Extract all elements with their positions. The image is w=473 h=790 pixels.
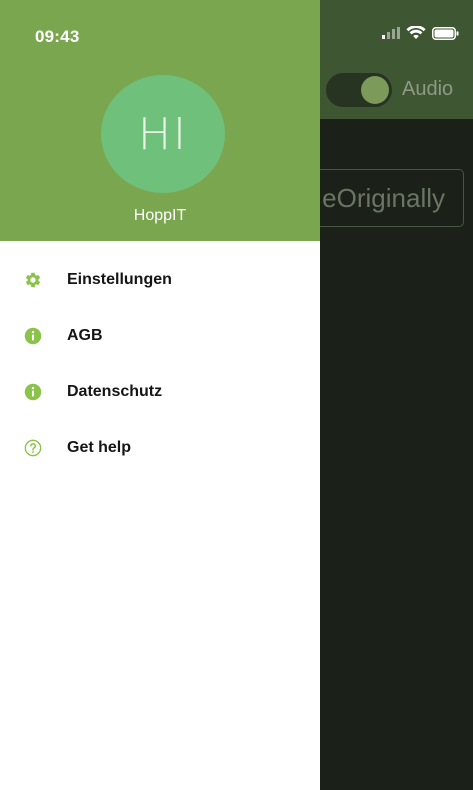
gear-icon bbox=[26, 272, 41, 288]
audio-toggle[interactable] bbox=[326, 73, 392, 107]
battery-icon bbox=[432, 26, 459, 40]
status-icons bbox=[382, 26, 459, 40]
status-time: 09:43 bbox=[35, 27, 80, 46]
info-icon bbox=[24, 383, 42, 401]
info-icon bbox=[24, 327, 42, 345]
audio-toggle-knob bbox=[361, 76, 389, 104]
drawer-header: 09:43 HI HoppIT bbox=[0, 0, 320, 241]
menu-item-einstellungen[interactable]: Einstellungen bbox=[0, 252, 320, 308]
menu-item-datenschutz[interactable]: Datenschutz bbox=[0, 364, 320, 420]
avatar-initials: HI bbox=[137, 108, 189, 160]
menu-item-label: Einstellungen bbox=[67, 271, 172, 288]
avatar[interactable]: HI bbox=[101, 75, 225, 193]
audio-label: Audio bbox=[402, 78, 454, 100]
user-name: HoppIT bbox=[133, 207, 187, 224]
menu-item-label: AGB bbox=[67, 327, 103, 344]
menu-item-get-help[interactable]: Get help bbox=[0, 420, 320, 476]
app-screen: Audio eOriginally eren 09:43 HI HoppIT E… bbox=[0, 0, 473, 790]
navigation-drawer: 09:43 HI HoppIT Einstellungen AGB Datens… bbox=[0, 0, 320, 790]
help-icon bbox=[24, 439, 42, 457]
wifi-icon bbox=[406, 26, 426, 39]
drawer-menu: Einstellungen AGB Datenschutz Get help bbox=[0, 252, 320, 476]
menu-item-agb[interactable]: AGB bbox=[0, 308, 320, 364]
signal-icon bbox=[382, 27, 400, 39]
menu-item-label: Get help bbox=[67, 439, 132, 456]
menu-item-label: Datenschutz bbox=[67, 383, 163, 400]
